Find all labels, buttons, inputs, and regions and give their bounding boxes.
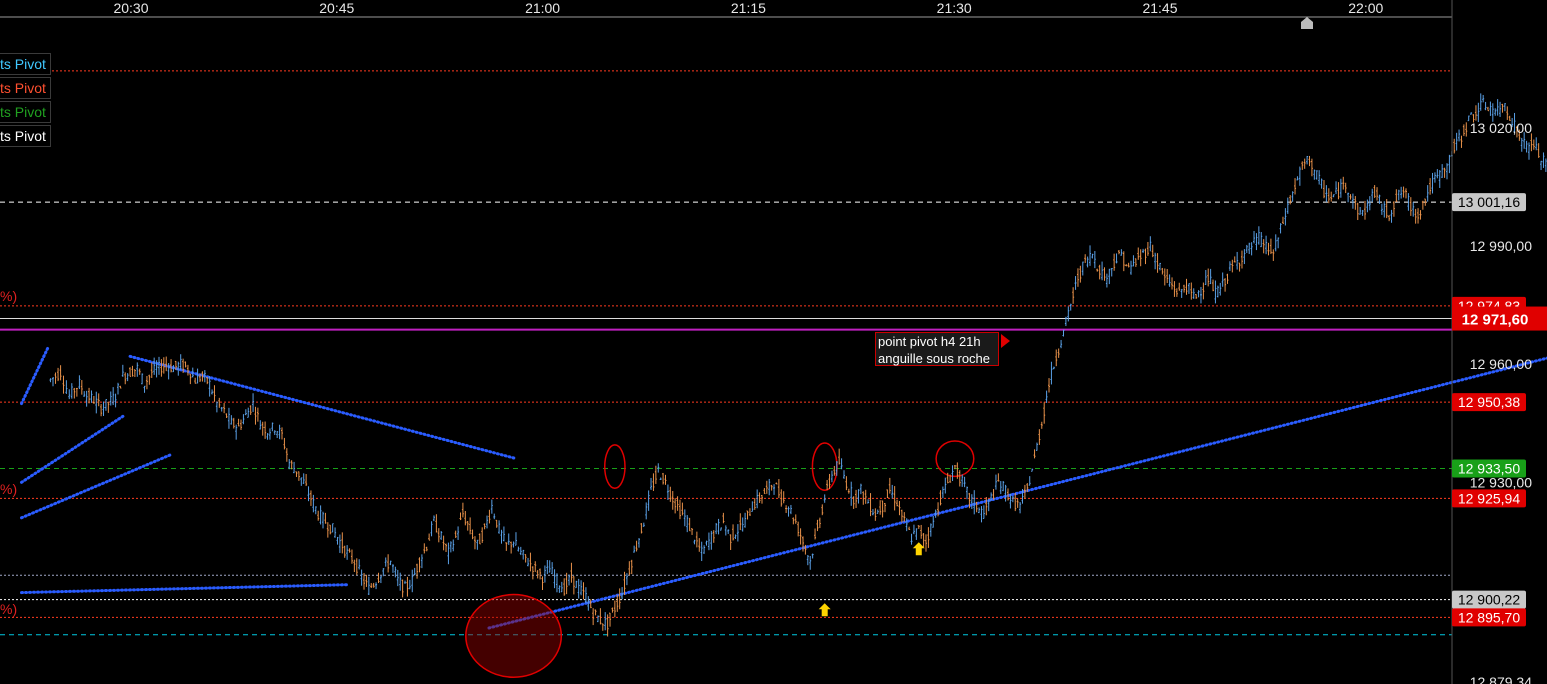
left-edge-mark-3: %) <box>0 601 17 617</box>
legend-item-2[interactable]: ts Pivot <box>0 77 51 99</box>
x-tick-label: 22:00 <box>1348 0 1383 16</box>
x-tick-label: 21:45 <box>1142 0 1177 16</box>
x-tick-label: 21:00 <box>525 0 560 16</box>
x-tick-label: 20:45 <box>319 0 354 16</box>
x-tick-label: 21:30 <box>937 0 972 16</box>
legend-label-2: ts Pivot <box>0 80 46 96</box>
chart-background <box>0 0 1547 684</box>
level-label-10: 12 895,70 <box>1458 609 1520 625</box>
y-tick-label: 12 990,00 <box>1470 238 1532 254</box>
y-tick-label: 13 020,00 <box>1470 120 1532 136</box>
left-edge-mark-2: %) <box>0 481 17 497</box>
level-label-9: 12 900,22 <box>1458 592 1520 608</box>
x-tick-label: 21:15 <box>731 0 766 16</box>
y-tick-label-bottom: 12 879,34 <box>1470 674 1532 684</box>
legend-label-3: ts Pivot <box>0 104 46 120</box>
legend-label-4: ts Pivot <box>0 128 46 144</box>
legend-item-1[interactable]: ts Pivot <box>0 53 51 75</box>
price-chart[interactable]: 20:30 20:45 21:00 21:15 21:30 21:45 22:00 13 0… <box>0 0 1547 684</box>
circle-marker-1 <box>465 593 563 678</box>
level-label-7: 12 925,94 <box>1458 490 1520 506</box>
left-edge-mark-1: %) <box>0 288 17 304</box>
annotation-line-2: anguille sous roche <box>878 351 991 366</box>
annotation-line-1: point pivot h4 21h <box>878 334 981 349</box>
y-tick-label: 12 960,00 <box>1470 356 1532 372</box>
level-label-5: 12 950,38 <box>1458 394 1520 410</box>
x-tick-label: 20:30 <box>113 0 148 16</box>
level-label-2: 13 001,16 <box>1458 194 1520 210</box>
level-label-6: 12 933,50 <box>1458 461 1520 477</box>
legend-item-3[interactable]: ts Pivot <box>0 101 51 123</box>
legend-label-1: ts Pivot <box>0 56 46 72</box>
annotation-box[interactable]: point pivot h4 21h anguille sous roche <box>875 332 999 366</box>
legend-item-4[interactable]: ts Pivot <box>0 125 51 147</box>
last-price-label: 12 971,60 <box>1462 312 1529 329</box>
